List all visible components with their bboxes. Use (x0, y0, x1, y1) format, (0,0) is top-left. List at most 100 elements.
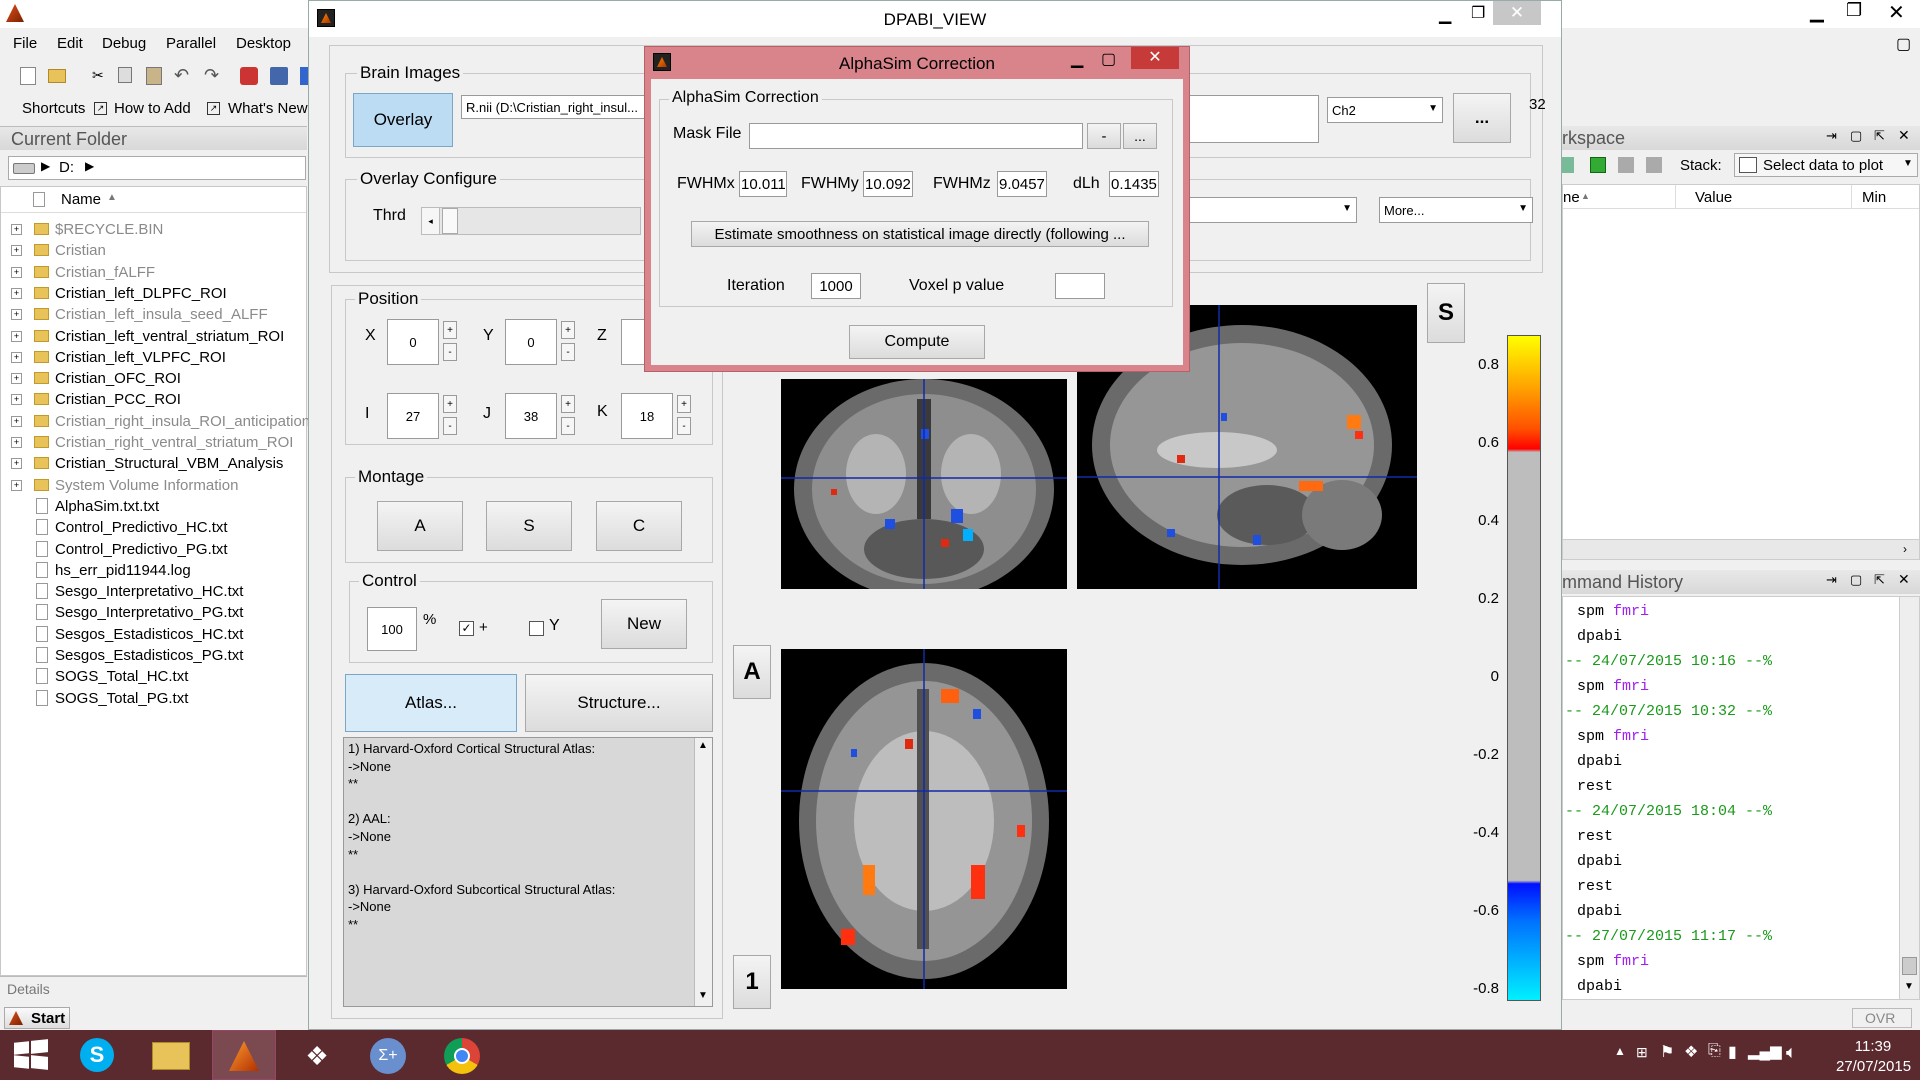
dpabi-minimize-icon[interactable]: ▁ (1439, 5, 1451, 25)
expand-icon[interactable]: + (11, 373, 22, 385)
calculator-icon[interactable]: Σ+ (370, 1038, 406, 1074)
clock-date[interactable]: 27/07/2015 (1836, 1058, 1911, 1075)
new-file-icon[interactable] (20, 67, 36, 85)
scroll-thumb[interactable] (1902, 957, 1917, 975)
open-folder-icon[interactable] (48, 69, 66, 83)
skype-icon[interactable]: S (80, 1038, 114, 1072)
alphasim-minimize-icon[interactable]: ▁ (1071, 49, 1083, 69)
history-command[interactable]: dpabi (1577, 753, 1622, 770)
history-separator[interactable]: -- 24/07/2015 10:32 --% (1565, 703, 1772, 720)
mask-file-field[interactable] (749, 123, 1083, 149)
folder-row[interactable]: + Cristian_left_ventral_striatum_ROI (1, 327, 301, 348)
menu-file[interactable]: File (13, 35, 37, 52)
file-row[interactable]: Sesgos_Estadisticos_HC.txt (1, 625, 301, 646)
clock-time[interactable]: 11:39 (1836, 1038, 1910, 1055)
scroll-down-icon[interactable]: ▼ (1904, 981, 1914, 992)
i-field[interactable]: 27 (387, 393, 439, 439)
expand-icon[interactable]: + (11, 458, 22, 470)
tray-dropbox-icon[interactable]: ❖ (1684, 1042, 1698, 1062)
folder-row[interactable]: + Cristian_left_insula_seed_ALFF (1, 305, 301, 326)
file-row[interactable]: SOGS_Total_HC.txt (1, 667, 301, 688)
cut-icon[interactable]: ✂ (92, 67, 108, 85)
file-row[interactable]: Control_Predictivo_PG.txt (1, 540, 301, 561)
expand-icon[interactable]: + (11, 245, 22, 257)
zoom-percent-field[interactable]: 100 (367, 607, 417, 651)
folder-row[interactable]: + Cristian (1, 241, 301, 262)
history-command[interactable]: spm fmri (1577, 953, 1649, 970)
expand-icon[interactable]: + (11, 437, 22, 448)
history-command[interactable]: dpabi (1577, 978, 1622, 995)
ws-tool-icon-2[interactable] (1590, 157, 1606, 173)
start-button[interactable]: Start (4, 1007, 70, 1029)
k-up-icon[interactable]: + (677, 395, 691, 413)
close-panel-icon-h[interactable]: ✕ (1898, 571, 1910, 588)
windows-start-icon[interactable] (14, 1039, 48, 1070)
y-checkbox[interactable] (529, 621, 544, 636)
x-down-icon[interactable]: - (443, 343, 457, 361)
new-button[interactable]: New (601, 599, 687, 649)
dlh-field[interactable]: 0.1435 (1109, 171, 1159, 197)
file-row[interactable]: Sesgo_Interpretativo_HC.txt (1, 582, 301, 603)
history-command[interactable]: spm fmri (1577, 603, 1649, 620)
alphasim-close-button[interactable]: ✕ (1131, 47, 1179, 69)
tray-flag-icon[interactable]: ⚑ (1660, 1042, 1674, 1062)
overlay-extra-field[interactable] (1189, 95, 1319, 143)
history-separator[interactable]: -- 24/07/2015 10:16 --% (1565, 653, 1772, 670)
montage-c-button[interactable]: C (596, 501, 682, 551)
file-row[interactable]: Sesgo_Interpretativo_PG.txt (1, 603, 301, 624)
tray-windows-icon[interactable]: ⊞ (1636, 1044, 1648, 1061)
fwhmy-field[interactable]: 10.092 (863, 171, 913, 197)
menu-desktop[interactable]: Desktop (236, 35, 291, 52)
y-field[interactable]: 0 (505, 319, 557, 365)
history-command[interactable]: rest (1577, 828, 1613, 845)
ws-tool-icon-1[interactable] (1562, 157, 1574, 173)
maximize-panel-icon[interactable]: ▢ (1850, 128, 1862, 144)
history-command[interactable]: rest (1577, 878, 1613, 895)
undock2-icon[interactable]: ⇱ (1874, 128, 1885, 144)
more-select[interactable]: More... ▼ (1379, 197, 1533, 223)
expand-icon[interactable]: + (11, 309, 22, 321)
folder-row[interactable]: + Cristian_PCC_ROI (1, 390, 301, 411)
expand-icon[interactable]: + (11, 351, 22, 363)
folder-row[interactable]: + Cristian_OFC_ROI (1, 369, 301, 390)
dpabi-close-button[interactable]: ✕ (1493, 1, 1541, 25)
dropbox-icon[interactable]: ❖ (300, 1042, 334, 1070)
atlas-scroll-up-icon[interactable]: ▲ (698, 740, 708, 751)
overlay-button[interactable]: Overlay (353, 93, 453, 147)
undo-icon[interactable]: ↶ (174, 65, 189, 86)
view-a-button[interactable]: A (733, 645, 771, 699)
view-1-button[interactable]: 1 (733, 955, 771, 1009)
undock-icon-h[interactable]: ⇥ (1826, 572, 1837, 588)
shortcuts-label[interactable]: Shortcuts (22, 100, 85, 117)
browse-overlay-button[interactable]: ... (1453, 93, 1511, 143)
crosshair-checkbox[interactable]: ✓ (459, 621, 474, 636)
folder-row[interactable]: + Cristian_left_DLPFC_ROI (1, 284, 301, 305)
atlas-info-box[interactable]: 1) Harvard-Oxford Cortical Structural At… (343, 737, 713, 1007)
expand-icon[interactable]: + (11, 479, 22, 491)
mask-browse-button[interactable]: ... (1123, 123, 1157, 149)
name-column-header[interactable]: Name ▲ (1, 187, 306, 213)
tray-usb-icon[interactable]: ⎘ (1708, 1042, 1721, 1060)
expand-icon[interactable]: + (11, 266, 22, 278)
undock-icon[interactable]: ⇥ (1826, 128, 1837, 144)
undock2-icon-h[interactable]: ⇱ (1874, 572, 1885, 588)
ws-tool-icon-4[interactable] (1646, 157, 1662, 173)
compute-button[interactable]: Compute (849, 325, 985, 359)
atlas-scrollbar[interactable]: ▲ ▼ (694, 738, 712, 1006)
slider-left-arrow-icon[interactable]: ◂ (422, 208, 440, 234)
folder-row[interactable]: + System Volume Information (1, 476, 301, 497)
menu-edit[interactable]: Edit (57, 35, 83, 52)
expand-icon[interactable]: + (11, 415, 22, 427)
maximize-panel-icon-h[interactable]: ▢ (1850, 572, 1862, 588)
coronal-view[interactable] (781, 379, 1067, 589)
history-command[interactable]: dpabi (1577, 853, 1622, 870)
ws-hscrollbar[interactable]: › (1563, 539, 1919, 559)
iteration-field[interactable]: 1000 (811, 273, 861, 299)
structure-button[interactable]: Structure... (525, 674, 713, 732)
whats-new-link[interactable]: What's New (228, 100, 308, 117)
k-field[interactable]: 18 (621, 393, 673, 439)
file-row[interactable]: hs_err_pid11944.log (1, 561, 301, 582)
history-command[interactable]: spm fmri (1577, 728, 1649, 745)
axial-view[interactable] (781, 649, 1067, 989)
guide-icon[interactable] (270, 67, 288, 85)
